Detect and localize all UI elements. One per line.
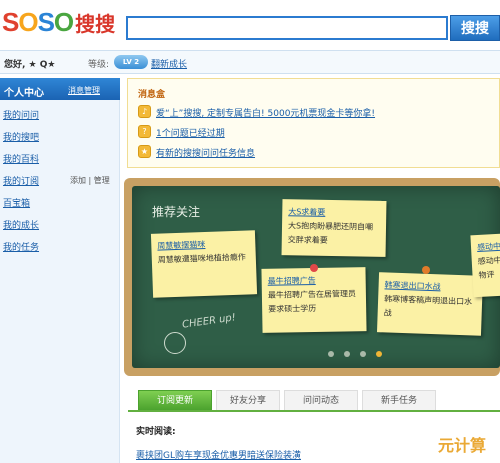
chalk-doodle: CHEER up! <box>181 312 237 331</box>
message-text[interactable]: 爱“上”搜搜, 定制专属告白! 5000元机票现金卡等你拿! <box>156 106 375 119</box>
note-body: 感动中 人物评 <box>477 255 500 280</box>
sidebar-header: 个人中心 消息管理 <box>0 78 120 100</box>
sidebar-item-my-tasks[interactable]: 我的任务 <box>3 240 39 253</box>
message-text[interactable]: 1个问题已经过期 <box>156 126 225 139</box>
greeting: 您好, ★ Q★ <box>4 60 56 70</box>
sticky-note[interactable]: 大S求着要 大S抱肉盼暴肥还阴自嘲交胖求着要 <box>281 199 387 257</box>
sidebar-item-my-growth[interactable]: 我的成长 <box>3 218 39 231</box>
gift-icon: ★ <box>138 145 151 158</box>
tab-newbie-tasks[interactable]: 新手任务 <box>362 390 436 410</box>
message-manage-link[interactable]: 消息管理 <box>68 85 100 96</box>
logo-cn-text: 搜搜 <box>75 14 116 36</box>
sticky-note[interactable]: 最牛招聘广告 最牛招聘广告在居管理员要求硕士学历 <box>261 267 367 333</box>
sidebar-item-my-souba[interactable]: 我的搜吧 <box>3 130 39 143</box>
carousel-dot[interactable] <box>360 351 366 357</box>
carousel-dot-active[interactable] <box>376 351 382 357</box>
pushpin-icon <box>422 266 430 274</box>
recommend-title: 推荐关注 <box>152 205 201 219</box>
sticky-note[interactable]: 韩寒退出口水战 韩寒博客稿声明退出口水战 <box>376 272 484 336</box>
sticky-note[interactable]: 周慧敏摆猫咪 周慧敏遭猫咪地植拾瘾作 <box>150 230 258 298</box>
note-body: 韩寒博客稿声明退出口水战 <box>383 294 473 318</box>
header: SOSO 搜搜 搜搜 <box>0 0 500 48</box>
note-body: 最牛招聘广告在居管理员要求硕士学历 <box>267 289 356 314</box>
recommend-board-frame: 推荐关注 周慧敏摆猫咪 周慧敏遭猫咪地植拾瘾作 大S求着要 大S抱肉盼暴肥还阴自… <box>124 178 500 376</box>
tab-subscription-updates[interactable]: 订阅更新 <box>138 390 212 410</box>
message-text[interactable]: 有新的搜搜问问任务信息 <box>156 146 255 159</box>
recommend-board: 推荐关注 周慧敏摆猫咪 周慧敏遭猫咪地植拾瘾作 大S求着要 大S抱肉盼暴肥还阴自… <box>132 186 500 368</box>
sidebar-item-my-baike[interactable]: 我的百科 <box>3 152 39 165</box>
soso-logo[interactable]: SOSO 搜搜 <box>2 8 115 39</box>
note-body: 大S抱肉盼暴肥还阴自嘲交胖求着要 <box>287 221 374 245</box>
tab-friend-share[interactable]: 好友分享 <box>216 390 280 410</box>
page: SOSO 搜搜 搜搜 您好, ★ Q★ 等级: LV 2 翻新成长 个人中心 消息… <box>0 0 500 463</box>
realtime-link[interactable]: 裹挟团GL购车享现金优惠男暗送保险装潢 <box>136 448 301 461</box>
realtime-label: 实时阅读: <box>136 427 176 437</box>
smiley-doodle-icon <box>164 332 186 354</box>
search-input[interactable] <box>126 16 448 40</box>
message-box: 消息盒 ♪ 爱“上”搜搜, 定制专属告白! 5000元机票现金卡等你拿! ? 1… <box>127 78 500 168</box>
megaphone-icon: ♪ <box>138 105 151 118</box>
sidebar-item-my-wenwen[interactable]: 我的问问 <box>3 108 39 121</box>
subscription-add-manage[interactable]: 添加 | 管理 <box>70 175 110 186</box>
sidebar: 个人中心 消息管理 我的问问 我的搜吧 我的百科 我的订阅 添加 | 管理 百宝… <box>0 78 120 463</box>
feed-tabs: 订阅更新 好友分享 问问动态 新手任务 <box>128 390 500 412</box>
watermark-logo: 元计算 <box>438 436 487 455</box>
question-icon: ? <box>138 125 151 138</box>
search-button[interactable]: 搜搜 <box>450 15 500 41</box>
note-body: 周慧敏遭猫咪地植拾瘾作 <box>157 252 246 265</box>
growth-link[interactable]: 翻新成长 <box>151 57 187 70</box>
sidebar-item-my-subscription[interactable]: 我的订阅 <box>3 174 39 187</box>
note-title[interactable]: 感动中 <box>477 239 500 255</box>
tab-wenwen-activity[interactable]: 问问动态 <box>284 390 358 410</box>
carousel-dot[interactable] <box>344 351 350 357</box>
sidebar-item-treasure-box[interactable]: 百宝箱 <box>3 196 30 209</box>
message-box-title: 消息盒 <box>138 90 166 100</box>
sticky-note[interactable]: 感动中 感动中 人物评 <box>470 232 500 298</box>
sidebar-title: 个人中心 <box>4 88 44 99</box>
level-label: 等级: <box>88 60 110 70</box>
pushpin-icon <box>310 264 318 272</box>
user-bar: 您好, ★ Q★ 等级: LV 2 翻新成长 <box>0 50 500 74</box>
level-badge[interactable]: LV 2 <box>114 55 148 69</box>
carousel-dot[interactable] <box>328 351 334 357</box>
